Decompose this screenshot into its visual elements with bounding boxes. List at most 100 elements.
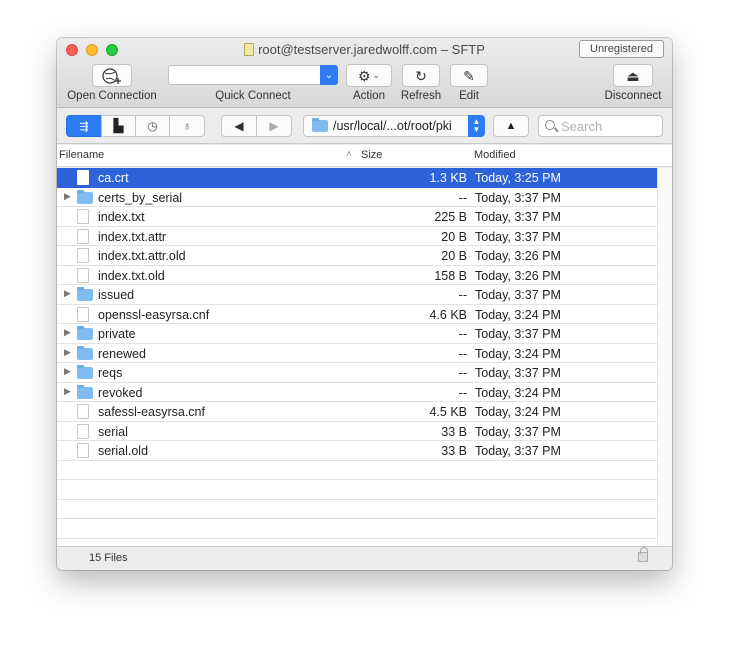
file-list[interactable]: ca.crt 1.3 KB Today, 3:25 PM ▶ certs_by_seri… (57, 168, 672, 558)
folder-icon (77, 189, 93, 204)
file-row[interactable]: ca.crt 1.3 KB Today, 3:25 PM (57, 168, 657, 188)
open-connection-button[interactable] (92, 64, 132, 87)
search-placeholder: Search (561, 118, 603, 134)
file-size: 4.6 KB (429, 307, 467, 322)
folder-icon (77, 287, 93, 301)
titlebar: root@testserver.jaredwolff.com – SFTP Un… (57, 38, 672, 108)
path-text: /usr/local/...ot/root/pki (333, 119, 452, 133)
file-icon (77, 423, 89, 439)
file-row[interactable]: ▶ private -- Today, 3:37 PM (57, 324, 657, 344)
search-field[interactable]: Search (538, 115, 663, 137)
file-row[interactable]: index.txt.old 158 B Today, 3:26 PM (57, 266, 657, 285)
folder-icon (77, 365, 93, 379)
edit-button[interactable]: ✎ (450, 64, 488, 87)
file-modified: Today, 3:26 PM (475, 249, 561, 263)
file-modified: Today, 3:37 PM (475, 366, 561, 380)
file-row[interactable]: ▶ certs_by_serial -- Today, 3:37 PM (57, 188, 657, 207)
modified-column-header[interactable]: Modified (474, 149, 516, 161)
column-header: Filename ˄ Size Modified (57, 145, 672, 167)
file-size: -- (458, 385, 467, 400)
refresh-button[interactable]: ↻ (402, 64, 440, 87)
disclosure-triangle-icon[interactable]: ▶ (64, 347, 71, 358)
action-button[interactable]: ⚙ ⌄ (346, 64, 392, 87)
file-modified: Today, 3:37 PM (475, 444, 561, 458)
file-row[interactable]: index.txt 225 B Today, 3:37 PM (57, 207, 657, 227)
file-name: serial (98, 424, 128, 439)
file-modified: Today, 3:24 PM (475, 346, 561, 361)
file-modified: Today, 3:26 PM (475, 268, 561, 283)
bonjour-view-button[interactable]: ♁ (169, 115, 205, 137)
file-name: index.txt.attr (98, 229, 167, 244)
file-size: 4.5 KB (429, 405, 467, 419)
file-name: reqs (98, 366, 123, 380)
file-icon (77, 248, 89, 263)
file-name: index.txt (98, 210, 145, 224)
forward-button[interactable]: ▶ (256, 115, 292, 137)
disclosure-triangle-icon[interactable]: ▶ (64, 288, 71, 299)
chevron-down-icon[interactable]: ⌄ (320, 65, 338, 85)
browser-view-button[interactable]: ⇶ (66, 115, 102, 137)
file-size: -- (458, 190, 467, 205)
file-row[interactable]: serial 33 B Today, 3:37 PM (57, 422, 657, 441)
file-row[interactable]: ▶ reqs -- Today, 3:37 PM (57, 363, 657, 383)
refresh-icon: ↻ (415, 67, 427, 84)
empty-row (57, 500, 657, 519)
file-row[interactable]: index.txt.attr.old 20 B Today, 3:26 PM (57, 246, 657, 266)
back-button[interactable]: ◀ (221, 115, 257, 137)
disconnect-button[interactable]: ⏏ (613, 64, 653, 87)
file-icon (77, 267, 89, 283)
lock-icon (638, 547, 648, 562)
size-column-header[interactable]: Size (361, 149, 382, 161)
file-modified: Today, 3:24 PM (475, 385, 561, 400)
file-name: openssl-easyrsa.cnf (98, 307, 210, 322)
filename-column-header[interactable]: Filename (59, 149, 104, 161)
empty-row (57, 461, 657, 480)
file-icon (77, 404, 89, 419)
unregistered-badge[interactable]: Unregistered (579, 40, 664, 58)
file-modified: Today, 3:24 PM (475, 405, 561, 419)
file-modified: Today, 3:37 PM (475, 190, 561, 205)
sftp-window: root@testserver.jaredwolff.com – SFTP Un… (57, 38, 672, 570)
disclosure-triangle-icon[interactable]: ▶ (64, 327, 71, 338)
disclosure-triangle-icon[interactable]: ▶ (64, 191, 71, 202)
globe-plus-icon (102, 67, 121, 84)
file-row[interactable]: ▶ renewed -- Today, 3:24 PM (57, 344, 657, 363)
quick-connect-combo[interactable]: ⌄ (168, 65, 338, 85)
file-row[interactable]: serial.old 33 B Today, 3:37 PM (57, 441, 657, 461)
file-count: 15 Files (89, 552, 128, 564)
file-name: certs_by_serial (98, 190, 183, 205)
file-icon (77, 209, 89, 224)
parent-directory-button[interactable]: ▲ (493, 115, 529, 137)
chevron-updown-icon: ▲ ▼ (468, 115, 485, 137)
vertical-scrollbar[interactable] (657, 168, 672, 546)
file-size: 33 B (441, 424, 467, 439)
chevron-down-icon: ⌄ (372, 70, 381, 80)
bookmarks-view-button[interactable]: ▙ (101, 115, 136, 137)
disclosure-triangle-icon[interactable]: ▶ (64, 386, 71, 397)
refresh-label: Refresh (400, 90, 442, 102)
file-size: -- (458, 288, 467, 302)
document-icon (244, 43, 255, 56)
path-bar: ⇶ ▙ ◷ ♁ ◀ ▶ /usr/local/...ot/root/pki ▲ ▼… (57, 108, 672, 144)
file-row[interactable]: openssl-easyrsa.cnf 4.6 KB Today, 3:24 PM (57, 305, 657, 324)
file-row[interactable]: safessl-easyrsa.cnf 4.5 KB Today, 3:24 PM (57, 402, 657, 422)
empty-row (57, 480, 657, 500)
open-connection-label: Open Connection (67, 90, 157, 102)
file-row[interactable]: ▶ revoked -- Today, 3:24 PM (57, 383, 657, 402)
sort-ascending-icon: ˄ (346, 149, 352, 160)
file-name: safessl-easyrsa.cnf (98, 405, 205, 419)
action-label: Action (353, 90, 385, 102)
file-size: 33 B (441, 444, 467, 458)
path-selector[interactable]: /usr/local/...ot/root/pki ▲ ▼ (303, 115, 485, 137)
file-row[interactable]: ▶ issued -- Today, 3:37 PM (57, 285, 657, 305)
folder-icon (77, 384, 93, 399)
file-row[interactable]: index.txt.attr 20 B Today, 3:37 PM (57, 227, 657, 246)
bookmark-icon: ▙ (113, 118, 124, 133)
file-modified: Today, 3:37 PM (475, 424, 561, 439)
file-modified: Today, 3:37 PM (475, 210, 561, 224)
folder-icon (77, 326, 93, 340)
file-name: ca.crt (98, 171, 129, 185)
history-view-button[interactable]: ◷ (135, 115, 170, 137)
disclosure-triangle-icon[interactable]: ▶ (64, 366, 71, 377)
file-name: renewed (98, 346, 146, 361)
